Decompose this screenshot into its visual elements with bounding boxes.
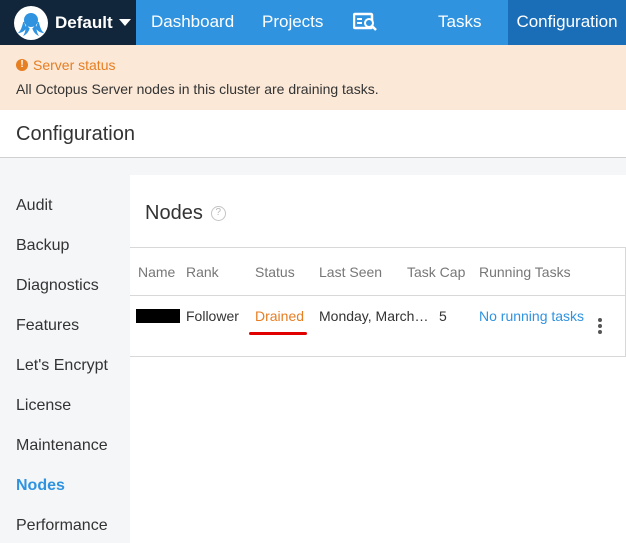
space-name: Default	[55, 12, 113, 32]
column-header-name: Name	[138, 264, 176, 280]
sidebar-item-audit[interactable]: Audit	[16, 197, 52, 215]
column-header-running-tasks: Running Tasks	[479, 264, 571, 280]
status-highlight-underline	[249, 332, 307, 335]
page-header: Configuration	[0, 110, 626, 158]
node-name-redacted	[136, 309, 180, 323]
sidebar-item-maintenance[interactable]: Maintenance	[16, 437, 108, 455]
sidebar-item-license[interactable]: License	[16, 397, 71, 415]
node-last-seen: Monday, March…	[319, 308, 429, 324]
sidebar-item-backup[interactable]: Backup	[16, 237, 69, 255]
alert-message: All Octopus Server nodes in this cluster…	[16, 81, 379, 97]
chevron-down-icon	[118, 19, 131, 26]
top-navigation: Default Dashboard Projects Tasks Configu…	[0, 0, 626, 45]
column-header-task-cap: Task Cap	[407, 264, 466, 280]
alert-title: Server status	[33, 57, 116, 73]
nav-configuration[interactable]: Configuration	[508, 0, 626, 45]
menu-dot	[598, 330, 602, 334]
node-status: Drained	[255, 308, 305, 324]
sidebar-item-nodes[interactable]: Nodes	[16, 477, 65, 495]
server-status-alert: ! Server status All Octopus Server nodes…	[0, 45, 626, 110]
server-search-icon	[352, 12, 377, 31]
alert-title-row: ! Server status	[16, 57, 115, 73]
column-header-last-seen: Last Seen	[319, 264, 383, 280]
node-rank: Follower	[186, 308, 239, 324]
nav-projects[interactable]: Projects	[262, 0, 323, 45]
node-running-tasks-link[interactable]: No running tasks	[479, 308, 584, 324]
column-header-rank: Rank	[186, 264, 219, 280]
nodes-card: Nodes ? Name Rank Status Last Seen Task …	[130, 175, 626, 543]
space-switcher[interactable]: Default	[0, 0, 136, 45]
node-task-cap: 5	[439, 308, 447, 324]
page-title: Configuration	[16, 123, 135, 145]
nav-infrastructure[interactable]	[352, 10, 379, 34]
menu-dot	[598, 324, 602, 328]
nodes-table: Name Rank Status Last Seen Task Cap Runn…	[130, 247, 626, 357]
sidebar-item-features[interactable]: Features	[16, 317, 79, 335]
sidebar-item-lets-encrypt[interactable]: Let's Encrypt	[16, 357, 108, 375]
warning-icon: !	[16, 59, 28, 71]
nodes-heading: Nodes ?	[145, 202, 226, 225]
table-header-row: Name Rank Status Last Seen Task Cap Runn…	[130, 248, 625, 296]
help-icon[interactable]: ?	[210, 206, 226, 221]
menu-dot	[598, 318, 602, 322]
column-header-status: Status	[255, 264, 295, 280]
nav-dashboard[interactable]: Dashboard	[151, 0, 234, 45]
sidebar-item-performance[interactable]: Performance	[16, 517, 108, 535]
octopus-logo-icon	[14, 5, 48, 40]
more-options-icon[interactable]	[598, 318, 604, 334]
sidebar-item-diagnostics[interactable]: Diagnostics	[16, 277, 99, 295]
nodes-title: Nodes	[145, 202, 203, 224]
nav-tasks[interactable]: Tasks	[438, 0, 481, 45]
